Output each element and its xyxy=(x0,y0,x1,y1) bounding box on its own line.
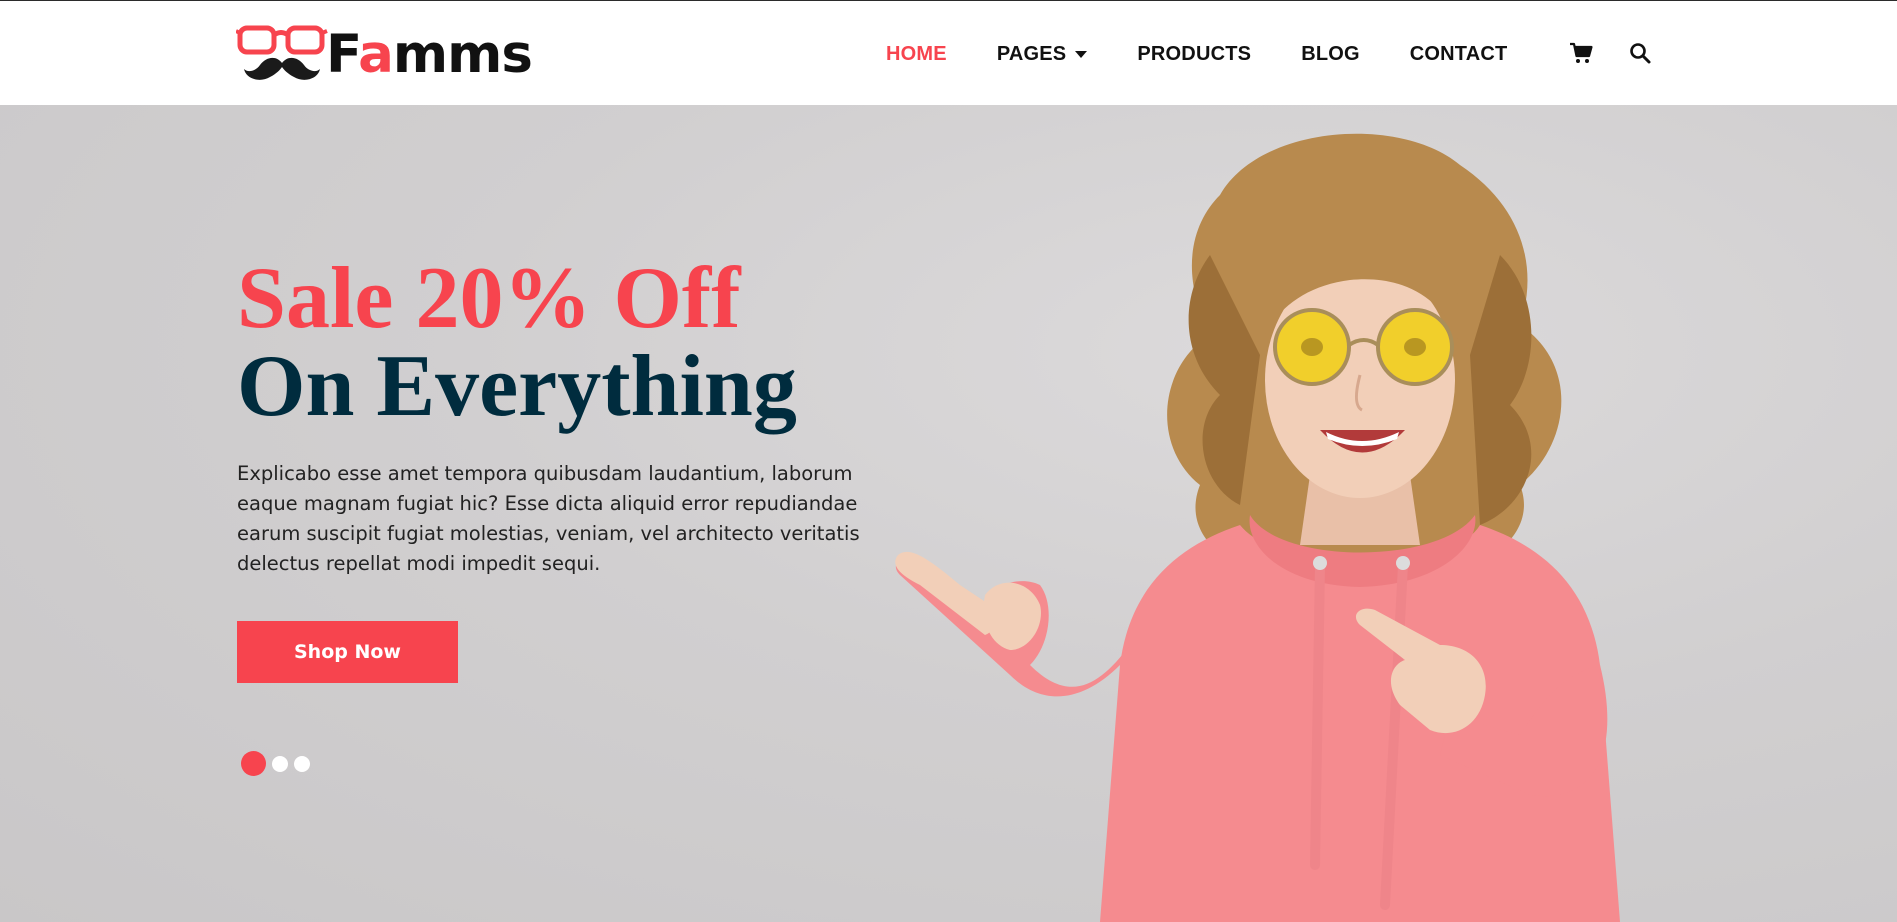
nav-item-pages-label: PAGES xyxy=(996,42,1067,65)
slider-dot-1[interactable] xyxy=(241,751,266,776)
nav-item-products[interactable]: PRODUCTS xyxy=(1137,43,1251,66)
search-icon[interactable] xyxy=(1628,41,1652,65)
hero-title-everything: On Everything xyxy=(237,338,797,435)
hero-slider: Sale 20% Off On Everything Explicabo ess… xyxy=(0,105,1897,922)
brand-logo[interactable]: Famms xyxy=(236,23,533,85)
nav-item-home[interactable]: HOME xyxy=(886,43,947,66)
slider-dots xyxy=(241,751,316,776)
hero-description: Explicabo esse amet tempora quibusdam la… xyxy=(237,462,860,575)
main-nav: HOME PAGES PRODUCTS BLOG CONTACT xyxy=(886,39,1557,69)
chevron-down-icon xyxy=(1075,50,1088,58)
hero-model-image xyxy=(895,133,1620,922)
slider-dot-3[interactable] xyxy=(294,755,310,772)
site-header: Famms HOME PAGES PRODUCTS BLOG CONTACT xyxy=(0,1,1897,105)
nav-item-blog[interactable]: BLOG xyxy=(1301,43,1360,66)
nav-item-pages[interactable]: PAGES xyxy=(997,43,1088,66)
slider-dot-2[interactable] xyxy=(272,755,288,772)
cart-icon[interactable] xyxy=(1569,41,1593,65)
shop-now-button[interactable]: Shop Now xyxy=(237,621,458,683)
hero-title-sale: Sale 20% Off xyxy=(237,250,741,347)
brand-name: Famms xyxy=(326,23,533,85)
hero-text: Sale 20% Off On Everything Explicabo ess… xyxy=(237,255,897,579)
nav-item-contact[interactable]: CONTACT xyxy=(1410,43,1508,66)
glasses-mustache-icon xyxy=(236,25,328,80)
